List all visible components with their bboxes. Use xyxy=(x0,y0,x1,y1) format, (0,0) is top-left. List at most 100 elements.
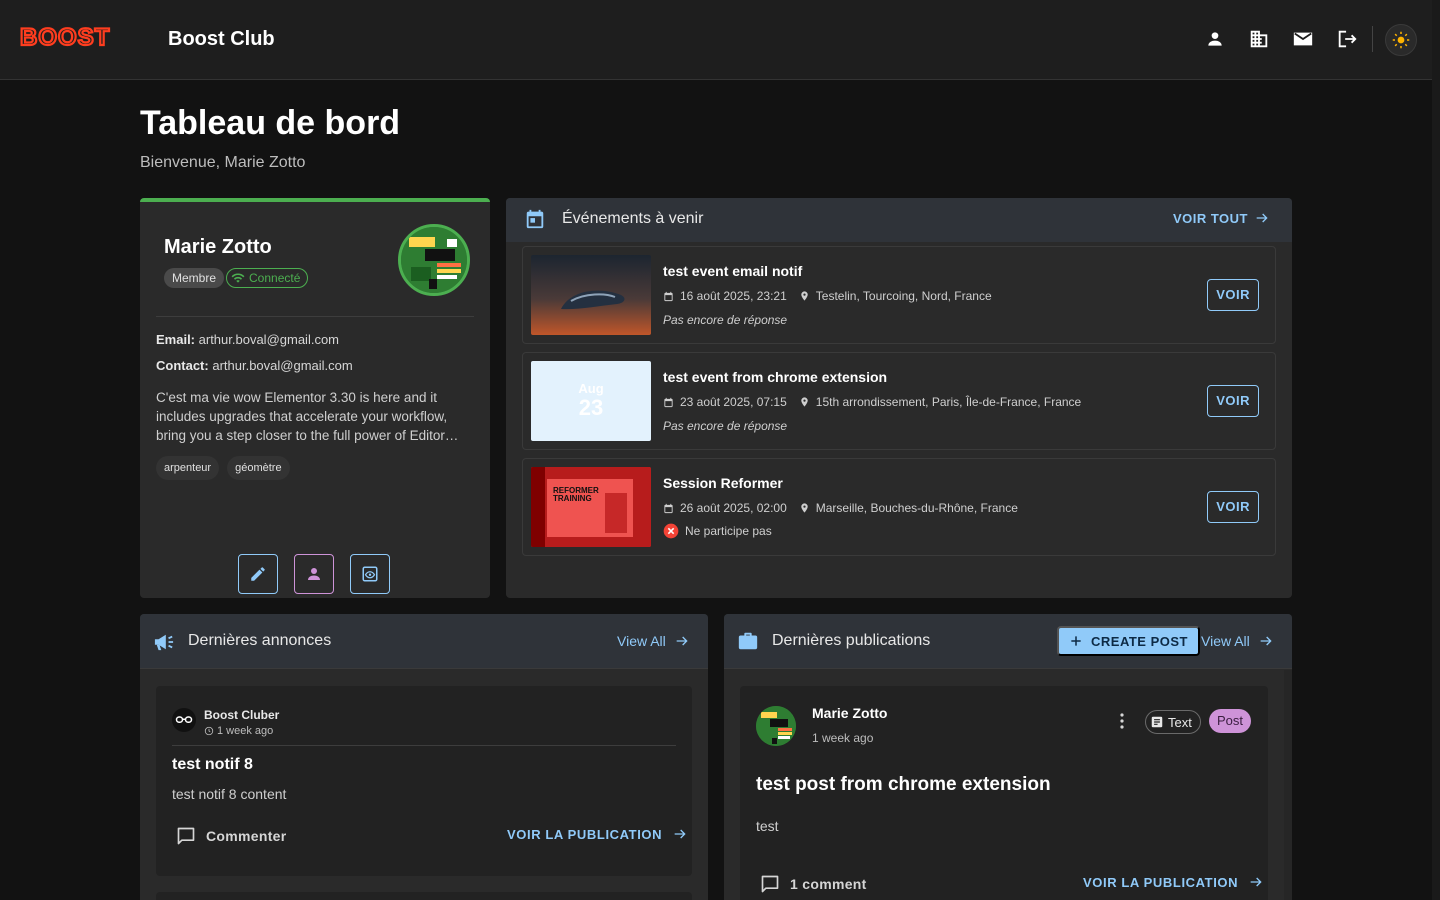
comment-label: Commenter xyxy=(206,828,287,844)
boost-logo[interactable]: BOOST xyxy=(20,26,132,48)
profile-card: Marie Zotto Membre Connecté Email: arthu… xyxy=(140,198,490,598)
event-title: Session Reformer xyxy=(663,475,783,491)
avatar[interactable] xyxy=(398,224,470,296)
avatar[interactable] xyxy=(756,706,796,746)
publications-card: Dernières publications CREATE POST View … xyxy=(724,614,1292,900)
see-all-label: VOIR TOUT xyxy=(1172,210,1248,226)
event-item[interactable]: REFORMER TRAINING Session Reformer 26 ao… xyxy=(522,458,1276,556)
view-publication-label: VOIR LA PUBLICATION xyxy=(507,826,663,842)
profile-actions xyxy=(238,554,390,594)
nav-divider xyxy=(1372,26,1373,52)
arrow-right-icon xyxy=(674,829,686,839)
post-time: 1 week ago xyxy=(812,731,874,745)
clock-icon xyxy=(204,726,214,736)
announcement-item[interactable] xyxy=(156,892,692,900)
view-profile-button[interactable] xyxy=(294,554,334,594)
wifi-icon xyxy=(231,273,245,283)
megaphone-icon xyxy=(154,634,174,651)
location-pin-icon xyxy=(801,397,808,407)
event-meta: 16 août 2025, 23:21 Testelin, Tourcoing,… xyxy=(663,289,992,303)
view-event-button[interactable]: VOIR xyxy=(1207,491,1259,523)
plus-icon xyxy=(1071,636,1081,646)
see-all-events-link[interactable]: VOIR TOUT xyxy=(1173,210,1270,226)
person-icon xyxy=(308,568,320,580)
tag-chip[interactable]: arpenteur xyxy=(156,456,220,480)
building-icon[interactable] xyxy=(1246,26,1272,52)
thumb-day: 23 xyxy=(578,395,604,420)
page-title: Tableau de bord xyxy=(140,104,401,142)
event-thumbnail xyxy=(531,255,651,335)
profile-icon[interactable] xyxy=(1202,26,1228,52)
thumb-month: Aug xyxy=(578,381,604,396)
divider xyxy=(156,316,474,317)
more-options-icon[interactable] xyxy=(1112,710,1132,732)
view-publication-link[interactable]: VOIR LA PUBLICATION xyxy=(1083,874,1264,890)
status-chip: Connecté xyxy=(226,268,309,288)
preview-button[interactable] xyxy=(350,554,390,594)
view-all-label: View All xyxy=(1201,633,1250,649)
email-label: Email: xyxy=(156,332,196,347)
role-chip: Membre xyxy=(164,268,225,288)
comments-count: 1 comment xyxy=(790,876,867,892)
create-post-label: CREATE POST xyxy=(1091,633,1188,649)
announcements-title: Dernières annonces xyxy=(188,632,332,649)
declined-icon xyxy=(663,523,679,539)
comment-icon xyxy=(761,875,779,893)
publications-scrollbar[interactable] xyxy=(1284,670,1292,900)
calendar-small-icon xyxy=(664,397,673,407)
event-location: Testelin, Tourcoing, Nord, France xyxy=(815,289,992,303)
club-name[interactable]: Boost Club xyxy=(168,28,275,51)
event-thumbnail: Aug 23 xyxy=(531,361,651,441)
calendar-small-icon xyxy=(664,291,673,301)
email-line: Email: arthur.boval@gmail.com xyxy=(156,332,339,347)
calendar-icon xyxy=(526,209,544,229)
announcement-content: test notif 8 content xyxy=(172,786,287,802)
view-all-publications-link[interactable]: View All xyxy=(1201,633,1274,649)
publications-title: Dernières publications xyxy=(772,632,931,649)
divider xyxy=(172,745,676,746)
view-all-announcements-link[interactable]: View All xyxy=(617,633,690,649)
email-value: arthur.boval@gmail.com xyxy=(198,332,340,347)
pencil-icon xyxy=(251,567,265,581)
profile-name: Marie Zotto xyxy=(164,236,272,258)
page-scrollbar[interactable] xyxy=(1432,0,1440,900)
preview-icon xyxy=(362,566,378,582)
profile-bio: C'est ma vie wow Elementor 3.30 is here … xyxy=(156,390,459,443)
announcement-item[interactable]: Boost Cluber 1 week ago test notif 8 tes… xyxy=(156,686,692,876)
view-all-label: View All xyxy=(617,633,666,649)
location-pin-icon xyxy=(801,503,808,513)
welcome-text: Bienvenue, Marie Zotto xyxy=(140,154,306,171)
briefcase-icon xyxy=(738,632,758,650)
mail-icon[interactable] xyxy=(1290,26,1316,52)
article-icon xyxy=(1151,716,1163,728)
comment-button[interactable]: Commenter xyxy=(176,826,287,846)
tag-chip[interactable]: géomètre xyxy=(227,456,290,480)
view-event-button[interactable]: VOIR xyxy=(1207,385,1259,417)
svg-text:BOOST: BOOST xyxy=(20,26,110,48)
event-meta: 23 août 2025, 07:15 15th arrondissement,… xyxy=(663,395,1081,409)
event-item[interactable]: Aug 23 test event from chrome extension … xyxy=(522,352,1276,450)
upcoming-events-card: Événements à venir VOIR TOUT test event … xyxy=(506,198,1292,598)
comments-button[interactable]: 1 comment xyxy=(760,874,867,894)
theme-toggle[interactable] xyxy=(1385,24,1417,56)
event-item[interactable]: test event email notif 16 août 2025, 23:… xyxy=(522,246,1276,344)
view-event-button[interactable]: VOIR xyxy=(1207,279,1259,311)
view-publication-link[interactable]: VOIR LA PUBLICATION xyxy=(507,826,688,842)
announcements-header: Dernières annonces View All xyxy=(140,614,708,669)
event-rsvp-status: Pas encore de réponse xyxy=(663,313,788,327)
create-post-button[interactable]: CREATE POST xyxy=(1057,626,1200,656)
edit-profile-button[interactable] xyxy=(238,554,278,594)
event-title: test event from chrome extension xyxy=(663,369,888,385)
app-bar: BOOST Boost Club xyxy=(0,0,1432,80)
contact-value: arthur.boval@gmail.com xyxy=(212,358,353,373)
post-kind-chip: Post xyxy=(1209,709,1252,733)
author-avatar xyxy=(172,708,196,732)
event-rsvp-status: Ne participe pas xyxy=(663,523,772,539)
publication-item[interactable]: Marie Zotto 1 week ago Text Post test po… xyxy=(740,686,1268,900)
logout-icon[interactable] xyxy=(1334,26,1360,52)
announcement-title: test notif 8 xyxy=(172,756,253,773)
view-publication-label: VOIR LA PUBLICATION xyxy=(1083,874,1239,890)
sun-icon xyxy=(1392,31,1410,49)
glasses-icon xyxy=(175,716,193,723)
calendar-small-icon xyxy=(664,503,673,513)
